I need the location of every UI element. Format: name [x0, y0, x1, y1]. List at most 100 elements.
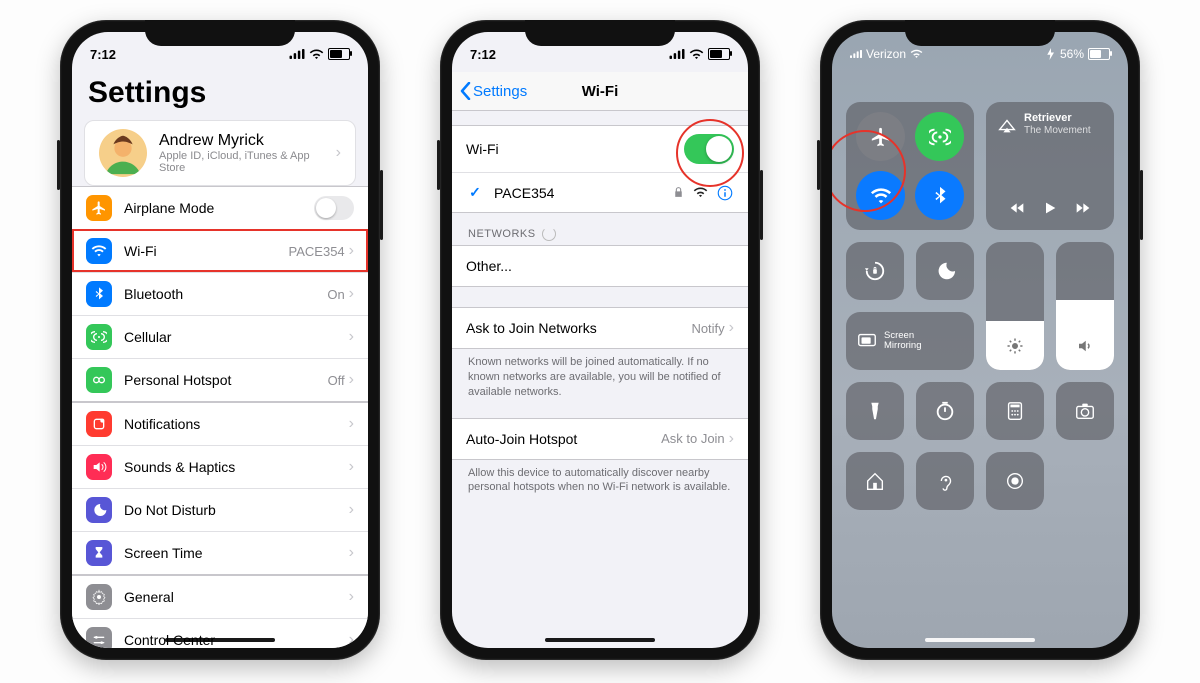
- sounds-cell[interactable]: Sounds & Haptics ›: [72, 445, 368, 488]
- airplay-icon: [996, 114, 1018, 136]
- airplane-mode-button[interactable]: [856, 112, 905, 161]
- brightness-slider[interactable]: [986, 242, 1044, 370]
- connectivity-group: Airplane Mode Wi-Fi PACE354 › Bluetooth: [72, 186, 368, 402]
- home-button[interactable]: [846, 452, 904, 510]
- music-song: Retriever: [1024, 112, 1091, 125]
- general-cell[interactable]: General ›: [72, 576, 368, 618]
- phone-frame-control-center: Verizon 56%: [820, 20, 1140, 660]
- screentime-label: Screen Time: [124, 545, 349, 561]
- chevron-right-icon: ›: [729, 430, 734, 448]
- moon-icon: [86, 497, 112, 523]
- screen-record-button[interactable]: [986, 452, 1044, 510]
- profile-sub: Apple ID, iCloud, iTunes & App Store: [159, 150, 336, 174]
- wifi-value: PACE354: [289, 244, 345, 259]
- other-network-cell[interactable]: Other...: [452, 246, 748, 286]
- networks-group: Other...: [452, 245, 748, 287]
- chevron-right-icon: ›: [336, 144, 341, 162]
- gear-icon: [86, 584, 112, 610]
- airplane-mode-cell[interactable]: Airplane Mode: [72, 187, 368, 229]
- battery-icon: [708, 48, 730, 60]
- signal-icon: [850, 49, 862, 59]
- hourglass-icon: [86, 540, 112, 566]
- info-icon[interactable]: [716, 184, 734, 202]
- ask-label: Ask to Join Networks: [466, 320, 691, 336]
- networks-header-label: NETWORKS: [468, 228, 536, 240]
- battery-percent: 56%: [1060, 47, 1084, 61]
- phone-frame-wifi: 7:12 Settings Wi-Fi Wi-Fi ✓: [440, 20, 760, 660]
- wifi-toggle-label: Wi-Fi: [466, 141, 684, 157]
- camera-button[interactable]: [1056, 382, 1114, 440]
- connected-network-name: PACE354: [494, 185, 672, 201]
- wifi-toggle-cell[interactable]: Wi-Fi: [452, 126, 748, 172]
- wifi-signal-icon: [693, 185, 708, 200]
- rotation-lock-button[interactable]: [846, 242, 904, 300]
- screen-control-center: Verizon 56%: [832, 32, 1128, 648]
- prev-track-icon[interactable]: [1010, 200, 1026, 216]
- avatar: [99, 129, 147, 177]
- signal-icon: [669, 49, 685, 59]
- home-indicator[interactable]: [545, 638, 655, 642]
- wifi-icon: [86, 238, 112, 264]
- screen-mirroring-button[interactable]: Screen Mirroring: [846, 312, 974, 370]
- bluetooth-label: Bluetooth: [124, 286, 327, 302]
- home-indicator[interactable]: [165, 638, 275, 642]
- bluetooth-button[interactable]: [915, 171, 964, 220]
- next-track-icon[interactable]: [1074, 200, 1090, 216]
- do-not-disturb-button[interactable]: [916, 242, 974, 300]
- notch: [525, 20, 675, 46]
- battery-icon: [1088, 48, 1110, 60]
- home-indicator[interactable]: [925, 638, 1035, 642]
- wifi-icon: [910, 49, 923, 59]
- nav-bar: Settings Wi-Fi: [452, 72, 748, 111]
- ask-value: Notify: [691, 321, 724, 336]
- volume-slider[interactable]: [1056, 242, 1114, 370]
- notifications-icon: [86, 411, 112, 437]
- sounds-icon: [86, 454, 112, 480]
- play-icon[interactable]: [1042, 200, 1058, 216]
- back-button[interactable]: Settings: [460, 82, 527, 100]
- apple-id-cell[interactable]: Andrew Myrick Apple ID, iCloud, iTunes &…: [85, 121, 355, 185]
- cellular-data-button[interactable]: [915, 112, 964, 161]
- autojoin-label: Auto-Join Hotspot: [466, 431, 661, 447]
- signal-icon: [289, 49, 305, 59]
- airplane-icon: [86, 195, 112, 221]
- hotspot-cell[interactable]: Personal Hotspot Off ›: [72, 358, 368, 401]
- calculator-button[interactable]: [986, 382, 1044, 440]
- wifi-toggle-group: Wi-Fi ✓ PACE354: [452, 125, 748, 213]
- phone-frame-settings: 7:12 Settings Andrew Myrick Apple ID, iC…: [60, 20, 380, 660]
- connectivity-tile: [846, 102, 974, 230]
- wifi-cell[interactable]: Wi-Fi PACE354 ›: [72, 229, 368, 272]
- charging-icon: [1046, 48, 1056, 60]
- other-label: Other...: [466, 258, 734, 274]
- chevron-left-icon: [460, 82, 471, 100]
- sounds-label: Sounds & Haptics: [124, 459, 349, 475]
- screen-settings: 7:12 Settings Andrew Myrick Apple ID, iC…: [72, 32, 368, 648]
- dnd-cell[interactable]: Do Not Disturb ›: [72, 488, 368, 531]
- timer-button[interactable]: [916, 382, 974, 440]
- cellular-cell[interactable]: Cellular ›: [72, 315, 368, 358]
- screentime-cell[interactable]: Screen Time ›: [72, 531, 368, 574]
- connected-network-cell[interactable]: ✓ PACE354: [452, 172, 748, 212]
- dnd-label: Do Not Disturb: [124, 502, 349, 518]
- airplane-toggle[interactable]: [314, 196, 354, 220]
- wifi-label: Wi-Fi: [124, 243, 289, 259]
- brightness-icon: [1006, 337, 1024, 360]
- status-right: [289, 48, 350, 60]
- hearing-button[interactable]: [916, 452, 974, 510]
- chevron-right-icon: ›: [349, 328, 354, 346]
- bluetooth-cell[interactable]: Bluetooth On ›: [72, 272, 368, 315]
- volume-icon: [1076, 337, 1094, 360]
- controlcenter-cell[interactable]: Control Center ›: [72, 618, 368, 648]
- hotspot-icon: [86, 367, 112, 393]
- ask-to-join-cell[interactable]: Ask to Join Networks Notify ›: [452, 308, 748, 348]
- music-tile[interactable]: Retriever The Movement: [986, 102, 1114, 230]
- back-label: Settings: [473, 83, 527, 100]
- auto-join-cell[interactable]: Auto-Join Hotspot Ask to Join ›: [452, 419, 748, 459]
- general-label: General: [124, 589, 349, 605]
- carrier-label: Verizon: [866, 47, 906, 61]
- wifi-toggle[interactable]: [684, 134, 734, 164]
- cellular-label: Cellular: [124, 329, 349, 345]
- flashlight-button[interactable]: [846, 382, 904, 440]
- wifi-button[interactable]: [856, 171, 905, 220]
- notifications-cell[interactable]: Notifications ›: [72, 403, 368, 445]
